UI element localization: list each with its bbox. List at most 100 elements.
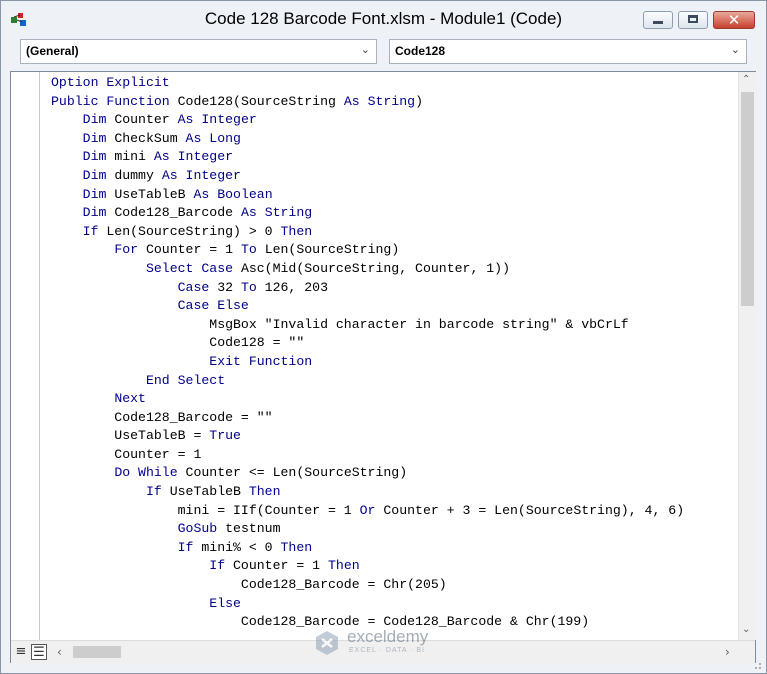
code-editor[interactable]: Option Explicit Public Function Code128(S… xyxy=(10,71,756,663)
code-text: Asc(Mid(SourceString, Counter, 1)) xyxy=(233,260,511,276)
vertical-scrollbar[interactable]: ⌃ ⌄ xyxy=(738,72,756,640)
code-text: 32 xyxy=(209,279,241,295)
vba-code-window: Code 128 Barcode Font.xlsm - Module1 (Co… xyxy=(0,0,767,674)
code-keyword: Case Else xyxy=(177,298,249,314)
code-keyword: GoSub xyxy=(177,521,218,537)
code-line[interactable]: Code128 = "" xyxy=(51,334,739,353)
code-text: mini xyxy=(106,149,154,165)
code-line[interactable]: If Counter = 1 Then xyxy=(51,557,739,576)
code-text-area[interactable]: Option Explicit Public Function Code128(S… xyxy=(51,74,739,640)
code-line[interactable]: GoSub testnum xyxy=(51,520,739,539)
code-line[interactable]: Case 32 To 126, 203 xyxy=(51,279,739,298)
code-line[interactable]: End Select xyxy=(51,372,739,391)
resize-grip-icon[interactable] xyxy=(749,657,763,671)
code-keyword: For xyxy=(114,242,139,258)
code-line[interactable]: Do While Counter <= Len(SourceString) xyxy=(51,464,739,483)
code-text: MsgBox "Invalid character in barcode str… xyxy=(51,316,629,332)
scroll-left-icon[interactable]: ‹ xyxy=(57,645,62,659)
code-line[interactable]: Code128_Barcode = Chr(205) xyxy=(51,576,739,595)
code-keyword: As Integer xyxy=(177,112,257,128)
title-bar[interactable]: Code 128 Barcode Font.xlsm - Module1 (Co… xyxy=(1,1,766,35)
code-line[interactable]: Else xyxy=(51,595,739,614)
code-line[interactable]: Case Else xyxy=(51,297,739,316)
minimize-button[interactable] xyxy=(643,11,673,29)
procedure-view-button[interactable]: ≡ xyxy=(13,644,29,660)
code-keyword: If xyxy=(177,539,194,555)
code-text: Code128_Barcode = "" xyxy=(51,409,273,425)
code-line[interactable]: Next xyxy=(51,390,739,409)
chevron-down-icon[interactable]: ⌄ xyxy=(731,43,740,56)
close-button[interactable]: ✕ xyxy=(713,11,755,29)
code-line[interactable]: If UseTableB Then xyxy=(51,483,739,502)
vertical-scroll-thumb[interactable] xyxy=(741,92,754,306)
code-line[interactable]: Option Explicit xyxy=(51,74,739,93)
code-keyword: End Select xyxy=(145,372,226,388)
code-keyword: As String xyxy=(240,205,313,221)
minimize-icon xyxy=(653,21,663,24)
code-line[interactable]: Dim dummy As Integer xyxy=(51,167,739,186)
code-text: Code128_Barcode = Chr(205) xyxy=(51,577,447,593)
code-line[interactable]: Dim Code128_Barcode As String xyxy=(51,204,739,223)
code-keyword: Do While xyxy=(114,465,178,481)
code-line[interactable]: Code128_Barcode = "" xyxy=(51,409,739,428)
code-keyword: Case xyxy=(177,279,210,295)
object-dropdown-value: (General) xyxy=(26,44,79,58)
code-keyword: Or xyxy=(359,502,376,518)
scroll-up-icon[interactable]: ⌃ xyxy=(742,74,750,85)
code-line[interactable]: Dim Counter As Integer xyxy=(51,111,739,130)
maximize-icon xyxy=(688,15,698,23)
code-keyword: Exit Function xyxy=(209,353,313,369)
code-text: testnum xyxy=(217,521,281,537)
exceldemy-logo-icon xyxy=(316,631,338,655)
procedure-dropdown[interactable]: Code128 ⌄ xyxy=(389,39,747,64)
code-line[interactable]: Select Case Asc(Mid(SourceString, Counte… xyxy=(51,260,739,279)
code-line[interactable]: Public Function Code128(SourceString As … xyxy=(51,93,739,112)
code-line[interactable]: UseTableB = True xyxy=(51,427,739,446)
code-keyword: If xyxy=(145,484,162,500)
code-line[interactable]: Counter = 1 xyxy=(51,446,739,465)
code-keyword: Then xyxy=(280,539,313,555)
code-line[interactable]: Dim UseTableB As Boolean xyxy=(51,186,739,205)
code-keyword: Dim xyxy=(82,130,107,146)
code-line[interactable]: Dim mini As Integer xyxy=(51,148,739,167)
code-text: Len(SourceString) > 0 xyxy=(98,223,281,239)
code-keyword: Dim xyxy=(82,112,107,128)
code-text: Counter + 3 = Len(SourceString), 4, 6) xyxy=(375,502,685,518)
full-module-view-button[interactable]: ☰ xyxy=(31,644,47,660)
scroll-down-icon[interactable]: ⌄ xyxy=(742,624,750,635)
code-text: Code128 = "" xyxy=(51,335,305,351)
code-text: UseTableB xyxy=(106,186,194,202)
code-line[interactable]: Dim CheckSum As Long xyxy=(51,130,739,149)
code-text: Counter = 1 xyxy=(225,558,328,574)
code-keyword: As Integer xyxy=(161,167,241,183)
code-text: UseTableB = xyxy=(51,428,210,444)
scroll-right-icon[interactable]: › xyxy=(725,645,730,659)
code-keyword: As Long xyxy=(185,130,241,146)
margin-indicator-bar[interactable] xyxy=(11,72,40,640)
code-keyword: Dim xyxy=(82,167,107,183)
maximize-button[interactable] xyxy=(678,11,708,29)
code-line[interactable]: If mini% < 0 Then xyxy=(51,539,739,558)
code-keyword: Then xyxy=(280,223,313,239)
code-text: Code128(SourceString xyxy=(169,93,344,109)
code-keyword: Dim xyxy=(82,186,107,202)
code-text: Counter = 1 xyxy=(138,242,241,258)
code-line[interactable]: Exit Function xyxy=(51,353,739,372)
code-line[interactable]: If Len(SourceString) > 0 Then xyxy=(51,223,739,242)
horizontal-scroll-thumb[interactable] xyxy=(73,646,121,658)
object-dropdown[interactable]: (General) ⌄ xyxy=(20,39,377,64)
code-line[interactable]: MsgBox "Invalid character in barcode str… xyxy=(51,316,739,335)
code-line[interactable]: mini = IIf(Counter = 1 Or Counter + 3 = … xyxy=(51,502,739,521)
code-line[interactable]: For Counter = 1 To Len(SourceString) xyxy=(51,241,739,260)
code-text: Counter xyxy=(106,112,178,128)
chevron-down-icon[interactable]: ⌄ xyxy=(361,43,370,56)
